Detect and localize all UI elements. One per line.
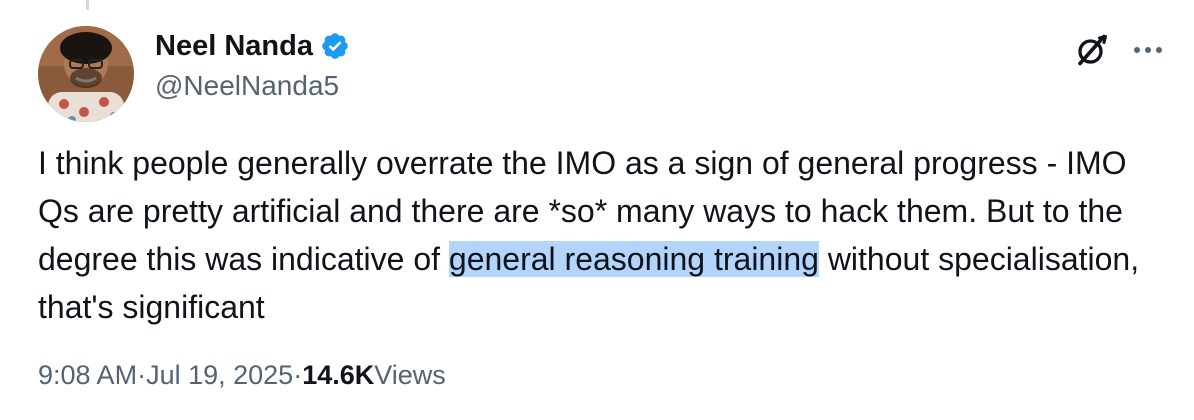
meta-separator: · [137,360,147,390]
tweet-header: Neel Nanda @NeelNanda5 [155,28,350,102]
tweet-actions [1072,30,1166,70]
more-options-icon[interactable] [1130,32,1166,68]
verified-badge-icon[interactable] [320,31,350,61]
tweet-text: I think people generally overrate the IM… [38,139,1168,331]
tweet-meta: 9:08 AM · Jul 19, 2025 · 14.6K Views [38,360,446,391]
views-count[interactable]: 14.6K [302,360,374,391]
meta-separator-2: · [293,360,303,390]
views-label[interactable]: Views [374,360,446,391]
tweet-date[interactable]: Jul 19, 2025 [146,360,293,391]
selected-text-highlight: general reasoning training [448,241,819,277]
avatar-photo-icon [38,26,134,122]
user-handle[interactable]: @NeelNanda5 [155,70,350,102]
thread-connector-line [86,0,89,10]
avatar[interactable] [38,26,134,122]
tweet-time[interactable]: 9:08 AM [38,360,137,391]
name-row: Neel Nanda [155,28,350,64]
display-name[interactable]: Neel Nanda [155,30,313,63]
grok-icon[interactable] [1072,30,1112,70]
